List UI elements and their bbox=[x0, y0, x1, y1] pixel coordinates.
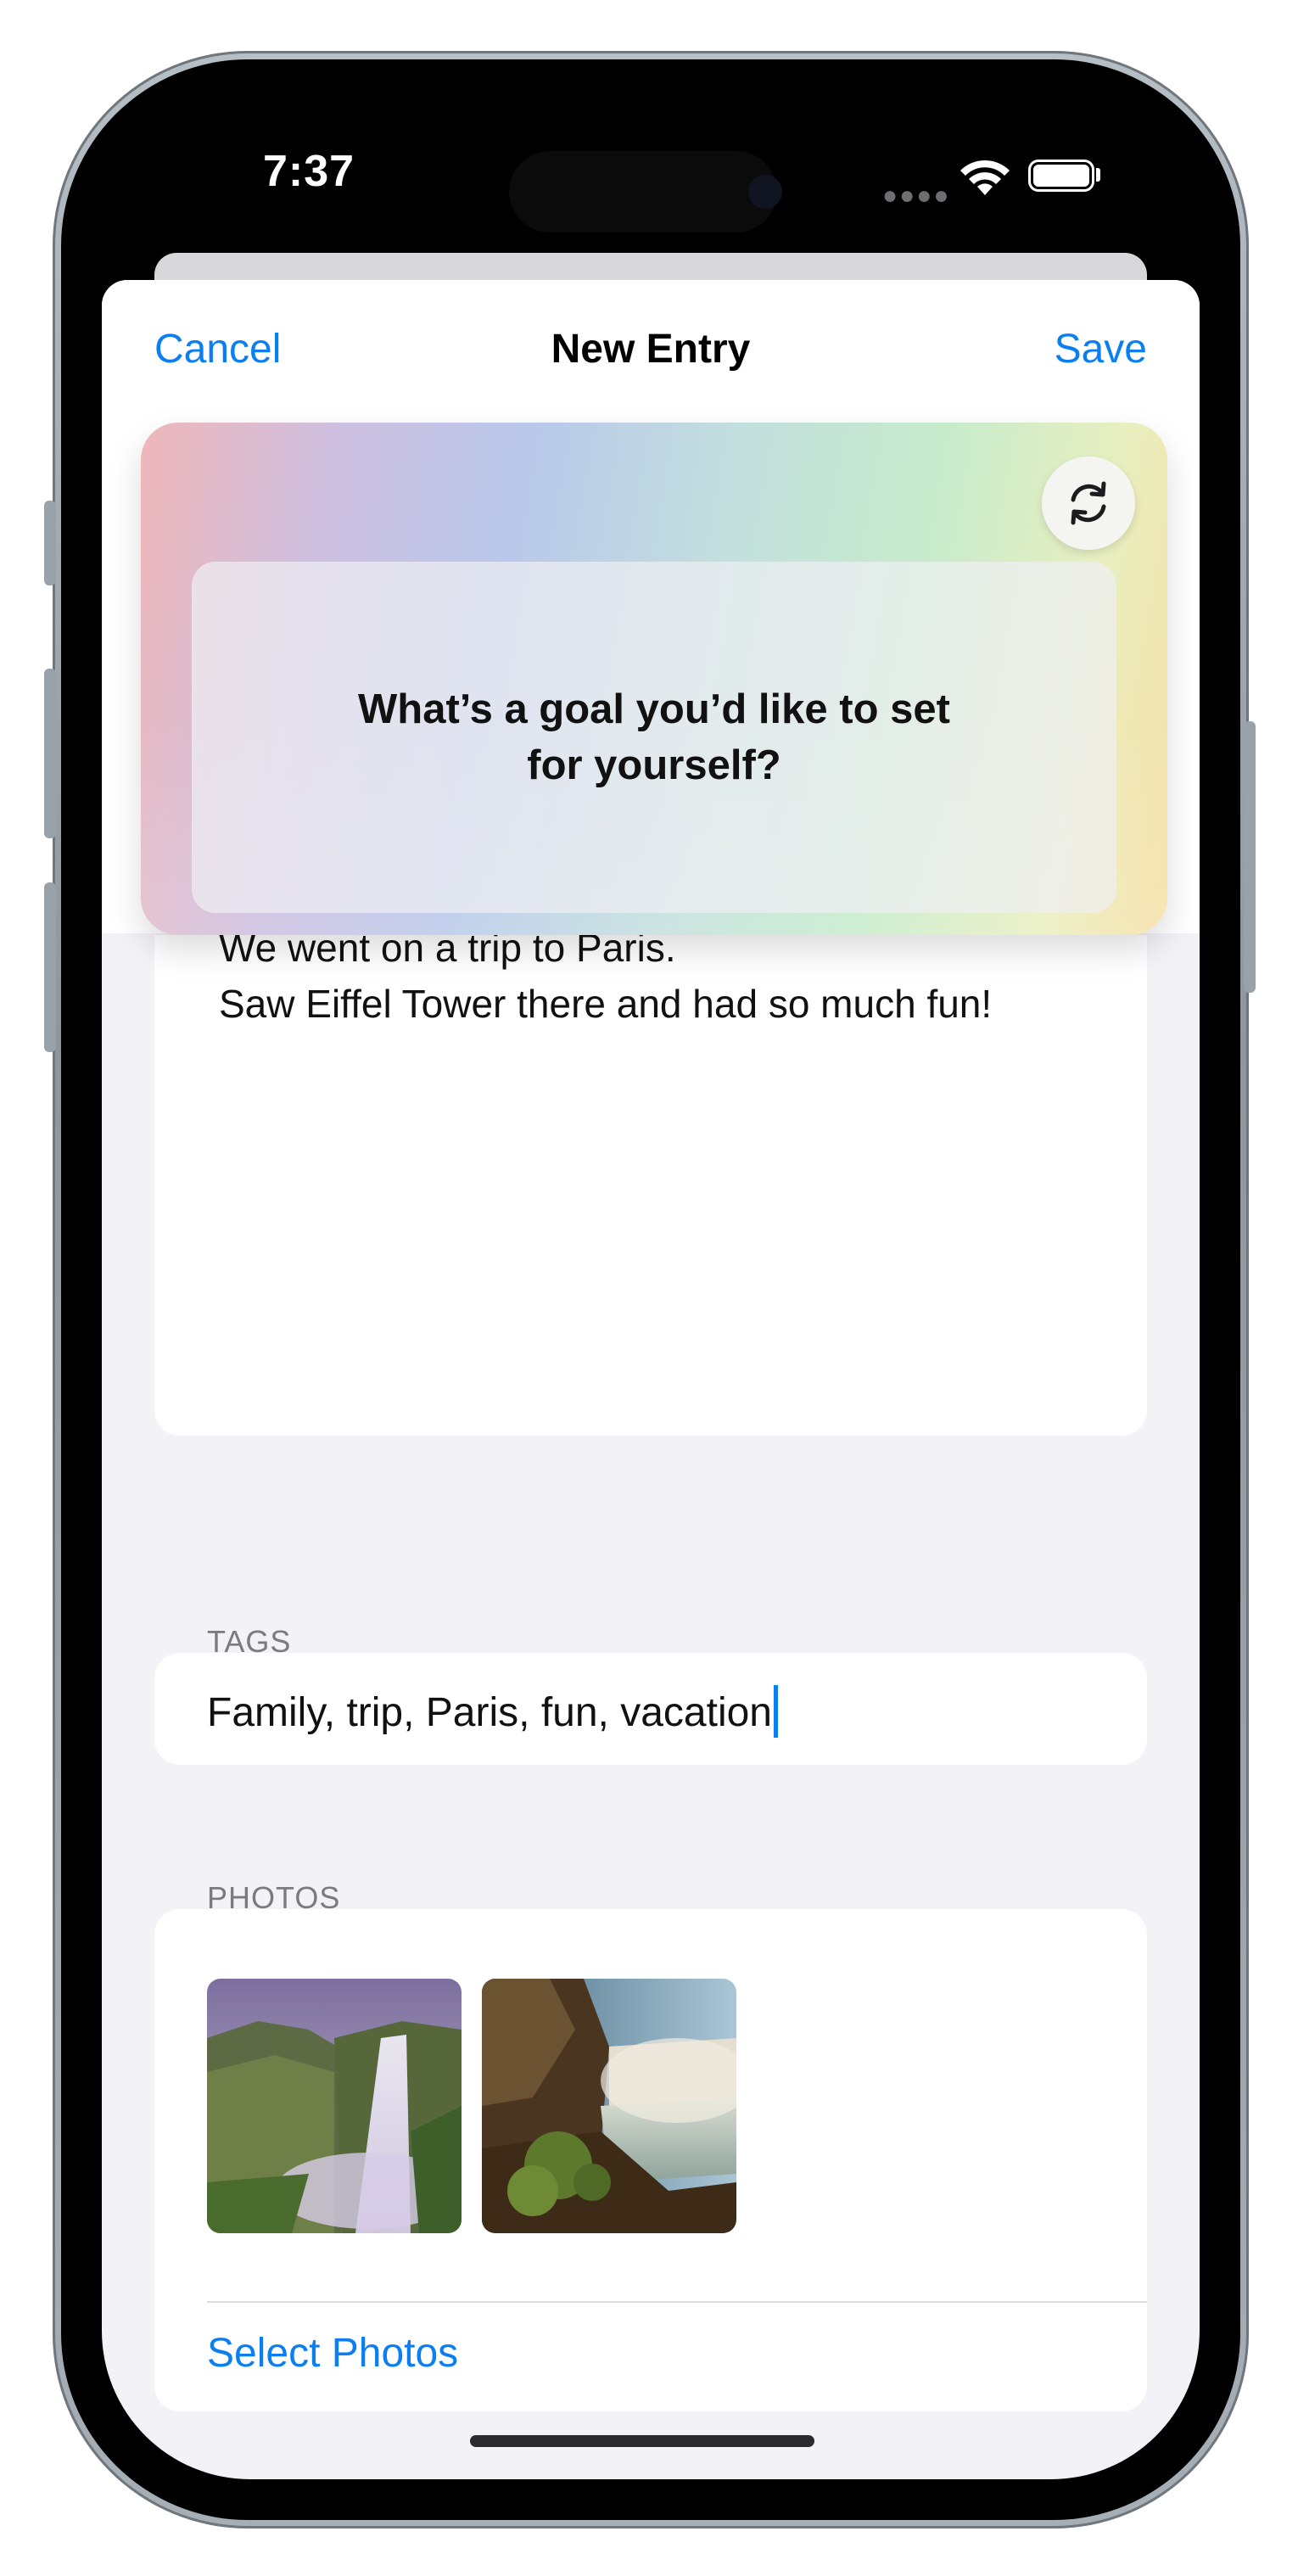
screen: 7:37 ●●●● Cancel New Entry Save We went … bbox=[102, 100, 1200, 2479]
power-button bbox=[1244, 721, 1256, 993]
cellular-dots-icon: ●●●● bbox=[882, 182, 951, 210]
photos-section: Select Photos bbox=[154, 1909, 1147, 2411]
tags-field[interactable]: Family, trip, Paris, fun, vacation bbox=[154, 1653, 1147, 1765]
tags-text: Family, trip, Paris, fun, vacation bbox=[207, 1690, 772, 1735]
action-button bbox=[44, 501, 56, 585]
page-title: New Entry bbox=[551, 327, 751, 372]
select-photos-button[interactable]: Select Photos bbox=[207, 2330, 458, 2377]
home-indicator[interactable] bbox=[470, 2435, 814, 2447]
battery-level-fill bbox=[1033, 165, 1089, 187]
tags-input-value: Family, trip, Paris, fun, vacation bbox=[207, 1685, 778, 1738]
refresh-icon bbox=[1071, 481, 1106, 525]
waterfall-photo-thumbnail[interactable] bbox=[207, 1979, 462, 2233]
navigation-bar: Cancel New Entry Save bbox=[102, 280, 1200, 424]
prompt-text-panel: What’s a goal you’d like to set for your… bbox=[192, 562, 1116, 913]
photos-divider bbox=[207, 2301, 1147, 2303]
volume-up-button bbox=[44, 669, 56, 838]
journal-prompt-card[interactable]: What’s a goal you’d like to set for your… bbox=[141, 423, 1167, 935]
front-camera bbox=[748, 175, 782, 209]
wifi-icon bbox=[957, 156, 1013, 203]
new-entry-sheet: Cancel New Entry Save We went on a trip … bbox=[102, 280, 1200, 2479]
battery-icon bbox=[1028, 160, 1094, 192]
save-button[interactable]: Save bbox=[1055, 326, 1147, 372]
status-bar: 7:37 ●●●● bbox=[102, 100, 1200, 253]
volume-down-button bbox=[44, 882, 56, 1052]
waterfall-photo-thumbnail[interactable] bbox=[482, 1979, 736, 2233]
status-time: 7:37 bbox=[263, 147, 355, 196]
dynamic-island bbox=[509, 151, 777, 232]
battery-tip bbox=[1096, 168, 1100, 182]
text-cursor bbox=[774, 1685, 778, 1738]
entry-text-area[interactable]: We went on a trip to Paris. Saw Eiffel T… bbox=[154, 935, 1147, 1436]
refresh-prompt-button[interactable] bbox=[1042, 456, 1135, 550]
prompt-question: What’s a goal you’d like to set for your… bbox=[358, 686, 950, 788]
entry-body-text: We went on a trip to Paris. Saw Eiffel T… bbox=[219, 935, 993, 1026]
